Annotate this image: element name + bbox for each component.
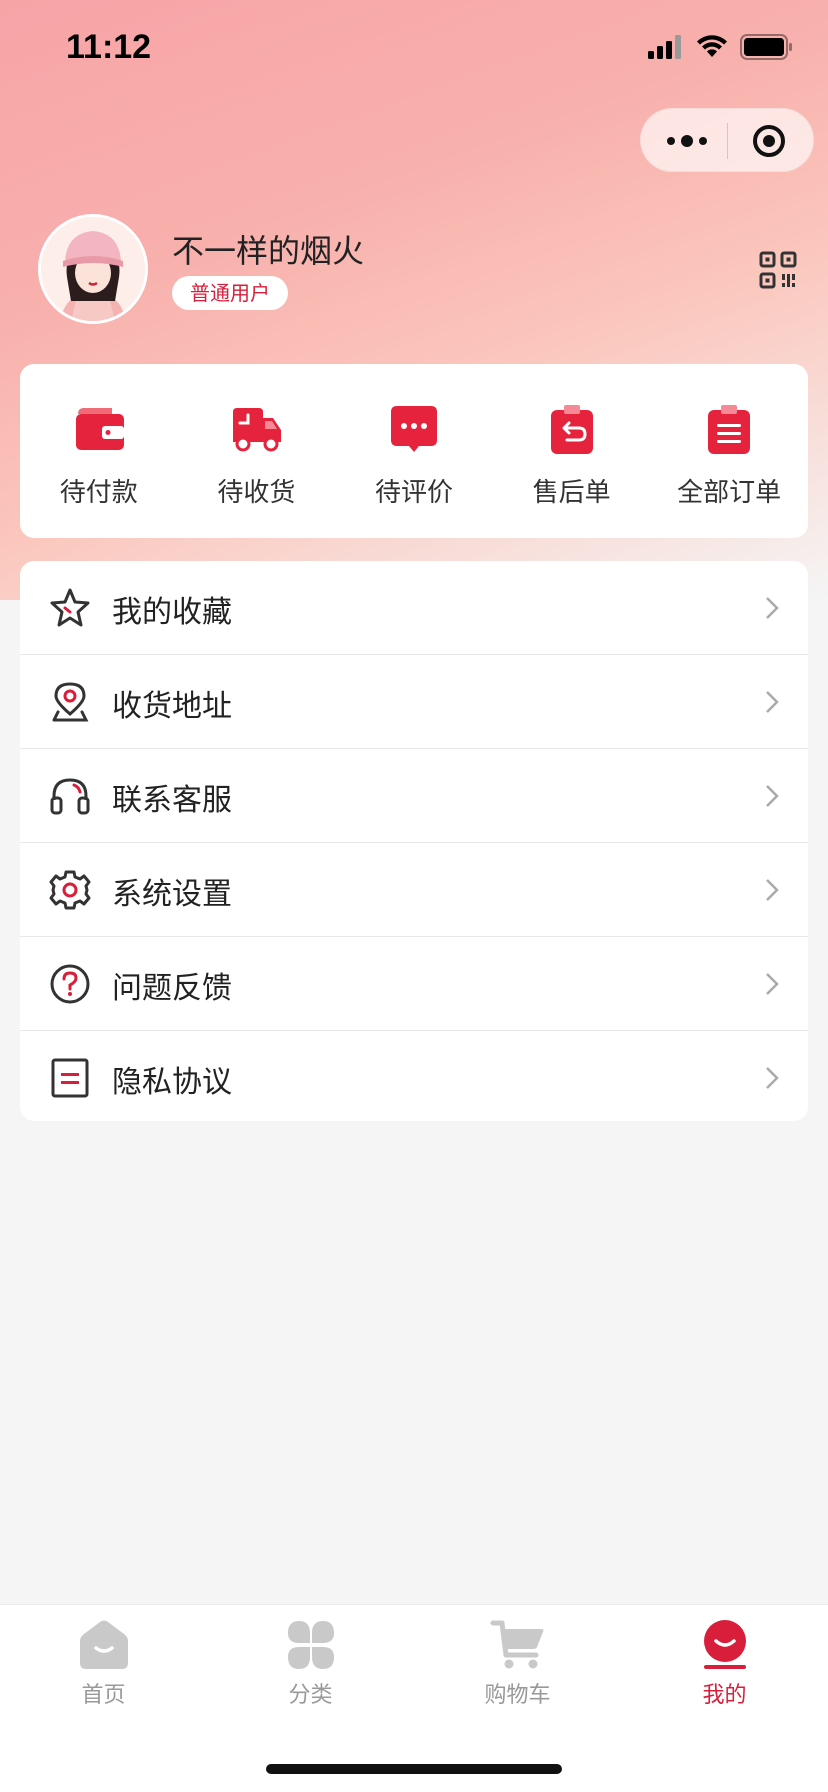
wifi-icon	[697, 35, 727, 57]
status-icons	[648, 34, 794, 60]
order-label: 待付款	[59, 478, 138, 508]
cart-icon	[490, 1620, 543, 1669]
avatar-image	[41, 217, 145, 321]
user-profile[interactable]: 不一样的烟火 普通用户	[38, 214, 798, 326]
mini-program-capsule	[640, 108, 814, 172]
avatar[interactable]	[38, 214, 148, 324]
chevron-right-icon	[766, 1067, 779, 1089]
menu-item-privacy[interactable]: 隐私协议	[20, 1031, 808, 1121]
order-after-sales[interactable]: 售后单	[493, 364, 651, 538]
status-bar: 11:12	[0, 0, 828, 100]
gear-icon	[49, 870, 91, 910]
order-pending-receipt[interactable]: 待收货	[178, 364, 336, 538]
menu-label: 我的收藏	[112, 595, 232, 630]
signal-icon	[648, 35, 681, 59]
chevron-right-icon	[766, 597, 779, 619]
tab-mine[interactable]: 我的	[621, 1605, 828, 1792]
profile-icon	[703, 1620, 746, 1669]
order-label: 待收货	[217, 478, 296, 508]
order-label: 全部订单	[677, 478, 782, 508]
home-icon	[79, 1620, 128, 1669]
comment-icon	[390, 406, 437, 452]
order-shortcuts: 待付款 待收货 待评价 售后单 全部订单	[20, 364, 808, 538]
tab-home[interactable]: 首页	[0, 1605, 207, 1792]
battery-icon	[740, 34, 792, 60]
star-icon	[50, 588, 90, 627]
menu-item-address[interactable]: 收货地址	[20, 655, 808, 749]
status-time: 11:12	[66, 28, 152, 66]
category-icon	[287, 1621, 334, 1669]
list-icon	[708, 405, 751, 454]
menu-item-feedback[interactable]: 问题反馈	[20, 937, 808, 1031]
tab-label: 购物车	[484, 1683, 551, 1708]
document-icon	[51, 1058, 89, 1098]
order-label: 待评价	[374, 478, 453, 508]
order-all[interactable]: 全部订单	[650, 364, 808, 538]
menu-label: 联系客服	[112, 783, 232, 818]
question-icon	[50, 964, 90, 1004]
menu-item-customer-service[interactable]: 联系客服	[20, 749, 808, 843]
chevron-right-icon	[766, 785, 779, 807]
return-icon	[550, 405, 593, 454]
tab-label: 我的	[702, 1683, 747, 1708]
more-dots-icon[interactable]	[663, 127, 713, 155]
home-indicator	[266, 1764, 562, 1774]
wallet-icon	[75, 408, 124, 450]
username: 不一样的烟火	[172, 232, 365, 270]
chevron-right-icon	[766, 691, 779, 713]
truck-icon	[233, 408, 282, 452]
menu-item-favorites[interactable]: 我的收藏	[20, 561, 808, 655]
menu-item-settings[interactable]: 系统设置	[20, 843, 808, 937]
menu-label: 系统设置	[112, 877, 232, 912]
headset-icon	[50, 778, 90, 815]
qr-code-icon[interactable]	[758, 250, 798, 290]
menu-label: 问题反馈	[112, 971, 232, 1006]
user-level-badge: 普通用户	[172, 276, 288, 310]
order-label: 售后单	[532, 478, 611, 508]
location-icon	[52, 682, 89, 722]
settings-menu: 我的收藏 收货地址 联系客服 系统设置 问题反馈 隐私协议	[20, 561, 808, 1121]
capsule-divider	[727, 123, 728, 159]
tab-label: 分类	[288, 1683, 333, 1708]
order-pending-review[interactable]: 待评价	[335, 364, 493, 538]
order-pending-payment[interactable]: 待付款	[20, 364, 178, 538]
menu-label: 隐私协议	[112, 1065, 232, 1100]
target-icon[interactable]	[751, 123, 787, 159]
chevron-right-icon	[766, 879, 779, 901]
tab-label: 首页	[81, 1683, 126, 1708]
menu-label: 收货地址	[112, 689, 232, 724]
chevron-right-icon	[766, 973, 779, 995]
